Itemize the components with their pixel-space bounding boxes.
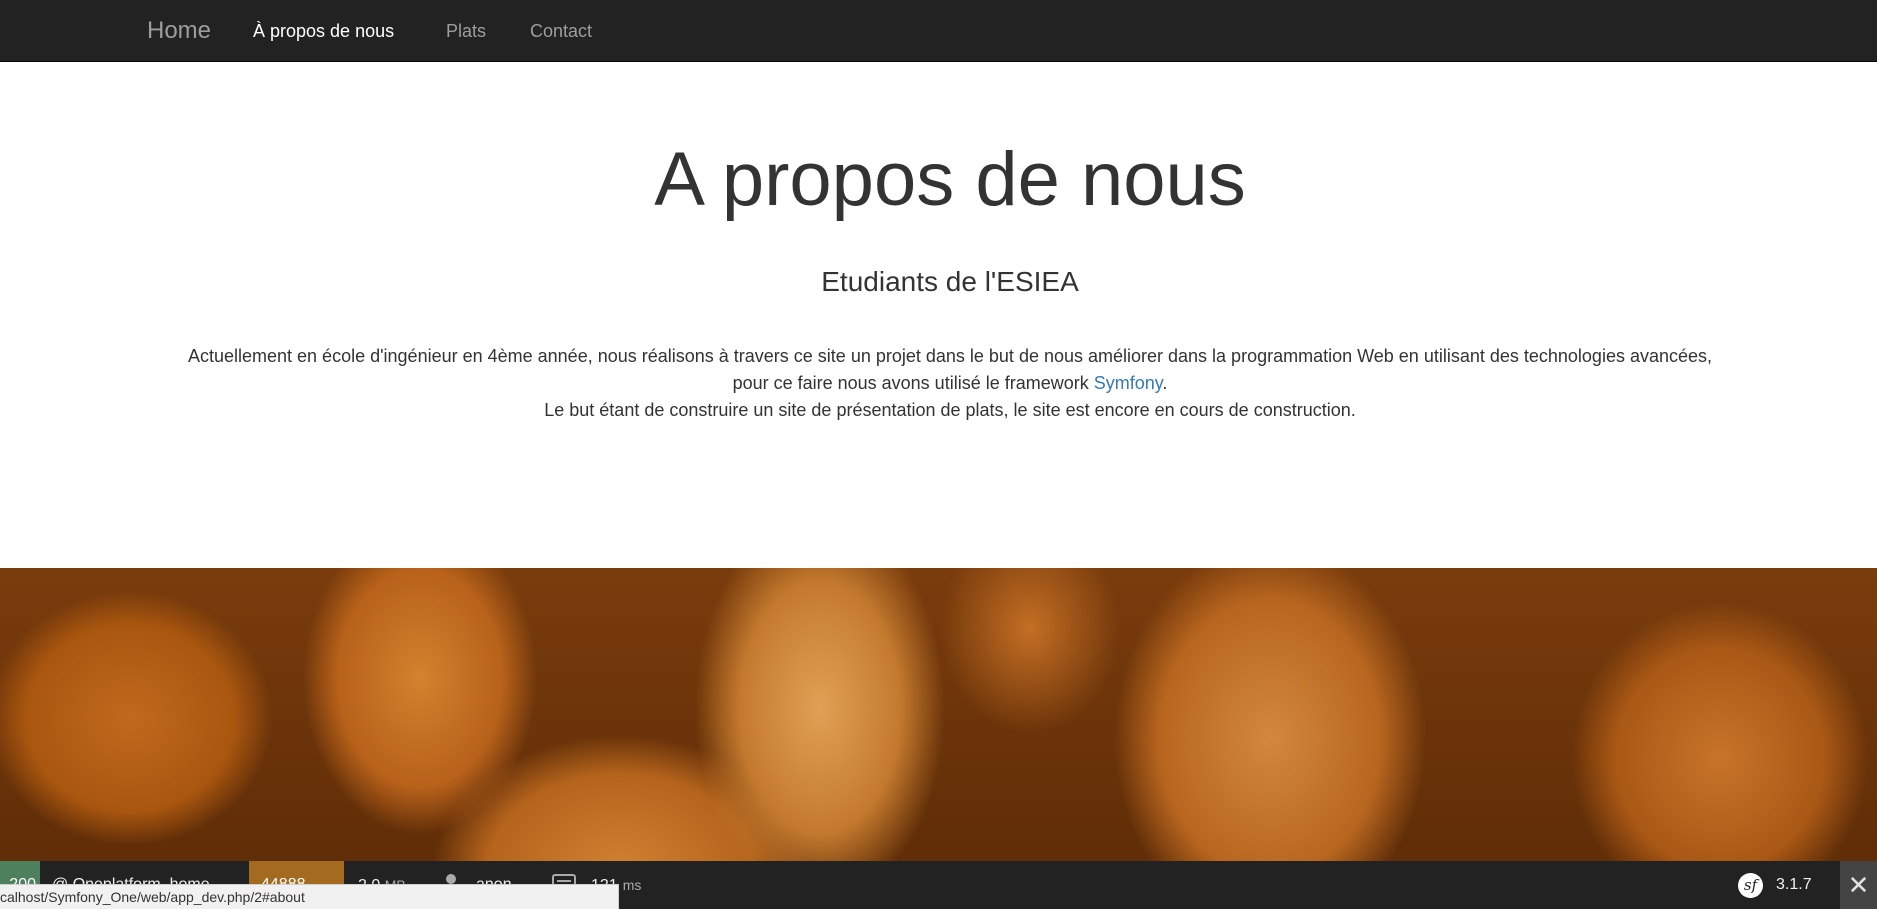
intro-text-line2: Le but étant de construire un site de pr…	[544, 400, 1356, 420]
top-navbar: Home À propos de nous Plats Contact	[0, 0, 1877, 62]
nav-home-link[interactable]: Home	[147, 11, 211, 51]
browser-status-url: calhost/Symfony_One/web/app_dev.php/2#ab…	[0, 884, 619, 909]
nav-item-plats[interactable]: Plats	[446, 11, 486, 51]
page-subtitle: Etudiants de l'ESIEA	[821, 266, 1079, 297]
toolbar-version[interactable]: 3.1.7	[1776, 861, 1812, 909]
nav-item-contact[interactable]: Contact	[530, 11, 592, 51]
toolbar-time-unit: ms	[622, 877, 642, 893]
symfony-link[interactable]: Symfony	[1094, 373, 1163, 393]
page-title: A propos de nous	[654, 137, 1246, 222]
intro-paragraph: Actuellement en école d'ingénieur en 4èm…	[170, 343, 1730, 424]
nav-item-about[interactable]: À propos de nous	[253, 11, 394, 51]
bread-banner-image	[0, 568, 1877, 909]
symfony-logo-icon[interactable]: sf	[1738, 873, 1763, 898]
intro-text: Actuellement en école d'ingénieur en 4èm…	[187, 346, 1713, 393]
toolbar-close-button[interactable]: ✕	[1840, 861, 1877, 909]
intro-text-end: .	[1162, 373, 1168, 393]
